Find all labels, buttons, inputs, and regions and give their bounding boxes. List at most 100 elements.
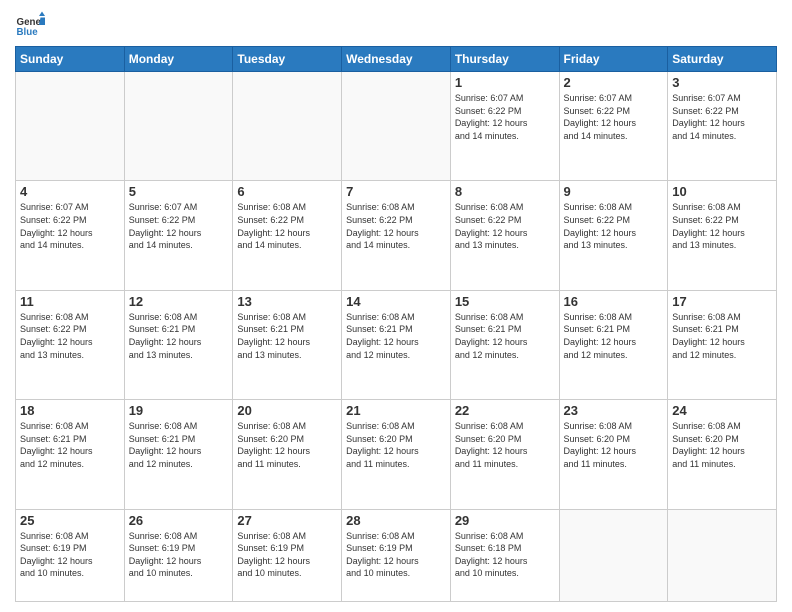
day-cell-23: 23 Sunrise: 6:08 AM Sunset: 6:20 PM Dayli… xyxy=(559,400,668,509)
day-cell-10: 10 Sunrise: 6:08 AM Sunset: 6:22 PM Dayli… xyxy=(668,181,777,290)
day-cell-3: 3 Sunrise: 6:07 AM Sunset: 6:22 PM Daylig… xyxy=(668,72,777,181)
day-number-25: 25 xyxy=(20,513,120,528)
day-number-12: 12 xyxy=(129,294,229,309)
weekday-header-wednesday: Wednesday xyxy=(342,47,451,72)
day-info-16: Sunrise: 6:08 AM Sunset: 6:21 PM Dayligh… xyxy=(564,311,664,361)
day-cell-7: 7Sunrise: 6:08 AM Sunset: 6:22 PM Daylig… xyxy=(342,181,451,290)
day-number-23: 23 xyxy=(564,403,664,418)
day-info-5: Sunrise: 6:07 AM Sunset: 6:22 PM Dayligh… xyxy=(129,201,229,251)
day-number-10: 10 xyxy=(672,184,772,199)
day-number-17: 17 xyxy=(672,294,772,309)
day-number-9: 9 xyxy=(564,184,664,199)
day-info-17: Sunrise: 6:08 AM Sunset: 6:21 PM Dayligh… xyxy=(672,311,772,361)
weekday-header-tuesday: Tuesday xyxy=(233,47,342,72)
day-cell-19: 19 Sunrise: 6:08 AM Sunset: 6:21 PM Dayli… xyxy=(124,400,233,509)
header: General Blue xyxy=(15,10,777,40)
day-info-14: Sunrise: 6:08 AM Sunset: 6:21 PM Dayligh… xyxy=(346,311,446,361)
day-info-8: Sunrise: 6:08 AM Sunset: 6:22 PM Dayligh… xyxy=(455,201,555,251)
day-number-26: 26 xyxy=(129,513,229,528)
day-number-4: 4 xyxy=(20,184,120,199)
day-info-23: Sunrise: 6:08 AM Sunset: 6:20 PM Dayligh… xyxy=(564,420,664,470)
day-info-22: Sunrise: 6:08 AM Sunset: 6:20 PM Dayligh… xyxy=(455,420,555,470)
day-info-21: Sunrise: 6:08 AM Sunset: 6:20 PM Dayligh… xyxy=(346,420,446,470)
day-cell-26: 26 Sunrise: 6:08 AM Sunset: 6:19 PM Dayli… xyxy=(124,509,233,602)
day-number-2: 2 xyxy=(564,75,664,90)
empty-cell xyxy=(124,72,233,181)
day-cell-17: 17 Sunrise: 6:08 AM Sunset: 6:21 PM Dayli… xyxy=(668,290,777,399)
week-row-5: 25 Sunrise: 6:08 AM Sunset: 6:19 PM Dayli… xyxy=(16,509,777,602)
day-cell-4: 4 Sunrise: 6:07 AM Sunset: 6:22 PM Daylig… xyxy=(16,181,125,290)
day-number-22: 22 xyxy=(455,403,555,418)
day-info-26: Sunrise: 6:08 AM Sunset: 6:19 PM Dayligh… xyxy=(129,530,229,580)
day-number-27: 27 xyxy=(237,513,337,528)
day-cell-20: 20 Sunrise: 6:08 AM Sunset: 6:20 PM Dayli… xyxy=(233,400,342,509)
day-cell-11: 11Sunrise: 6:08 AM Sunset: 6:22 PM Dayli… xyxy=(16,290,125,399)
day-number-21: 21 xyxy=(346,403,446,418)
weekday-header-friday: Friday xyxy=(559,47,668,72)
empty-cell xyxy=(233,72,342,181)
day-cell-2: 2 Sunrise: 6:07 AM Sunset: 6:22 PM Daylig… xyxy=(559,72,668,181)
day-cell-8: 8 Sunrise: 6:08 AM Sunset: 6:22 PM Daylig… xyxy=(450,181,559,290)
weekday-header-monday: Monday xyxy=(124,47,233,72)
weekday-header-sunday: Sunday xyxy=(16,47,125,72)
weekday-header-saturday: Saturday xyxy=(668,47,777,72)
day-info-28: Sunrise: 6:08 AM Sunset: 6:19 PM Dayligh… xyxy=(346,530,446,580)
day-number-19: 19 xyxy=(129,403,229,418)
day-info-27: Sunrise: 6:08 AM Sunset: 6:19 PM Dayligh… xyxy=(237,530,337,580)
day-info-3: Sunrise: 6:07 AM Sunset: 6:22 PM Dayligh… xyxy=(672,92,772,142)
day-info-9: Sunrise: 6:08 AM Sunset: 6:22 PM Dayligh… xyxy=(564,201,664,251)
empty-cell xyxy=(559,509,668,602)
day-number-28: 28 xyxy=(346,513,446,528)
day-info-7: Sunrise: 6:08 AM Sunset: 6:22 PM Dayligh… xyxy=(346,201,446,251)
day-number-20: 20 xyxy=(237,403,337,418)
day-cell-5: 5 Sunrise: 6:07 AM Sunset: 6:22 PM Daylig… xyxy=(124,181,233,290)
day-number-1: 1 xyxy=(455,75,555,90)
day-cell-16: 16 Sunrise: 6:08 AM Sunset: 6:21 PM Dayli… xyxy=(559,290,668,399)
weekday-header-row: SundayMondayTuesdayWednesdayThursdayFrid… xyxy=(16,47,777,72)
day-info-18: Sunrise: 6:08 AM Sunset: 6:21 PM Dayligh… xyxy=(20,420,120,470)
day-number-29: 29 xyxy=(455,513,555,528)
week-row-4: 18 Sunrise: 6:08 AM Sunset: 6:21 PM Dayli… xyxy=(16,400,777,509)
day-number-16: 16 xyxy=(564,294,664,309)
day-number-5: 5 xyxy=(129,184,229,199)
day-info-1: Sunrise: 6:07 AM Sunset: 6:22 PM Dayligh… xyxy=(455,92,555,142)
day-number-6: 6 xyxy=(237,184,337,199)
day-number-8: 8 xyxy=(455,184,555,199)
day-cell-14: 14 Sunrise: 6:08 AM Sunset: 6:21 PM Dayli… xyxy=(342,290,451,399)
day-cell-6: 6 Sunrise: 6:08 AM Sunset: 6:22 PM Daylig… xyxy=(233,181,342,290)
day-info-11: Sunrise: 6:08 AM Sunset: 6:22 PM Dayligh… xyxy=(20,311,120,361)
day-info-20: Sunrise: 6:08 AM Sunset: 6:20 PM Dayligh… xyxy=(237,420,337,470)
day-info-24: Sunrise: 6:08 AM Sunset: 6:20 PM Dayligh… xyxy=(672,420,772,470)
day-info-6: Sunrise: 6:08 AM Sunset: 6:22 PM Dayligh… xyxy=(237,201,337,251)
day-info-12: Sunrise: 6:08 AM Sunset: 6:21 PM Dayligh… xyxy=(129,311,229,361)
day-cell-18: 18 Sunrise: 6:08 AM Sunset: 6:21 PM Dayli… xyxy=(16,400,125,509)
day-info-29: Sunrise: 6:08 AM Sunset: 6:18 PM Dayligh… xyxy=(455,530,555,580)
day-number-14: 14 xyxy=(346,294,446,309)
day-number-24: 24 xyxy=(672,403,772,418)
day-cell-21: 21 Sunrise: 6:08 AM Sunset: 6:20 PM Dayli… xyxy=(342,400,451,509)
day-info-19: Sunrise: 6:08 AM Sunset: 6:21 PM Dayligh… xyxy=(129,420,229,470)
weekday-header-thursday: Thursday xyxy=(450,47,559,72)
logo: General Blue xyxy=(15,10,45,40)
day-number-15: 15 xyxy=(455,294,555,309)
logo-icon: General Blue xyxy=(15,10,45,40)
day-cell-27: 27 Sunrise: 6:08 AM Sunset: 6:19 PM Dayli… xyxy=(233,509,342,602)
week-row-2: 4 Sunrise: 6:07 AM Sunset: 6:22 PM Daylig… xyxy=(16,181,777,290)
day-cell-22: 22 Sunrise: 6:08 AM Sunset: 6:20 PM Dayli… xyxy=(450,400,559,509)
day-info-10: Sunrise: 6:08 AM Sunset: 6:22 PM Dayligh… xyxy=(672,201,772,251)
day-cell-25: 25 Sunrise: 6:08 AM Sunset: 6:19 PM Dayli… xyxy=(16,509,125,602)
day-info-13: Sunrise: 6:08 AM Sunset: 6:21 PM Dayligh… xyxy=(237,311,337,361)
empty-cell xyxy=(342,72,451,181)
day-number-3: 3 xyxy=(672,75,772,90)
day-number-18: 18 xyxy=(20,403,120,418)
week-row-3: 11Sunrise: 6:08 AM Sunset: 6:22 PM Dayli… xyxy=(16,290,777,399)
day-cell-28: 28 Sunrise: 6:08 AM Sunset: 6:19 PM Dayli… xyxy=(342,509,451,602)
day-info-25: Sunrise: 6:08 AM Sunset: 6:19 PM Dayligh… xyxy=(20,530,120,580)
day-info-2: Sunrise: 6:07 AM Sunset: 6:22 PM Dayligh… xyxy=(564,92,664,142)
week-row-1: 1 Sunrise: 6:07 AM Sunset: 6:22 PM Daylig… xyxy=(16,72,777,181)
day-info-4: Sunrise: 6:07 AM Sunset: 6:22 PM Dayligh… xyxy=(20,201,120,251)
day-cell-24: 24 Sunrise: 6:08 AM Sunset: 6:20 PM Dayli… xyxy=(668,400,777,509)
day-cell-15: 15Sunrise: 6:08 AM Sunset: 6:21 PM Dayli… xyxy=(450,290,559,399)
day-cell-9: 9 Sunrise: 6:08 AM Sunset: 6:22 PM Daylig… xyxy=(559,181,668,290)
empty-cell xyxy=(668,509,777,602)
